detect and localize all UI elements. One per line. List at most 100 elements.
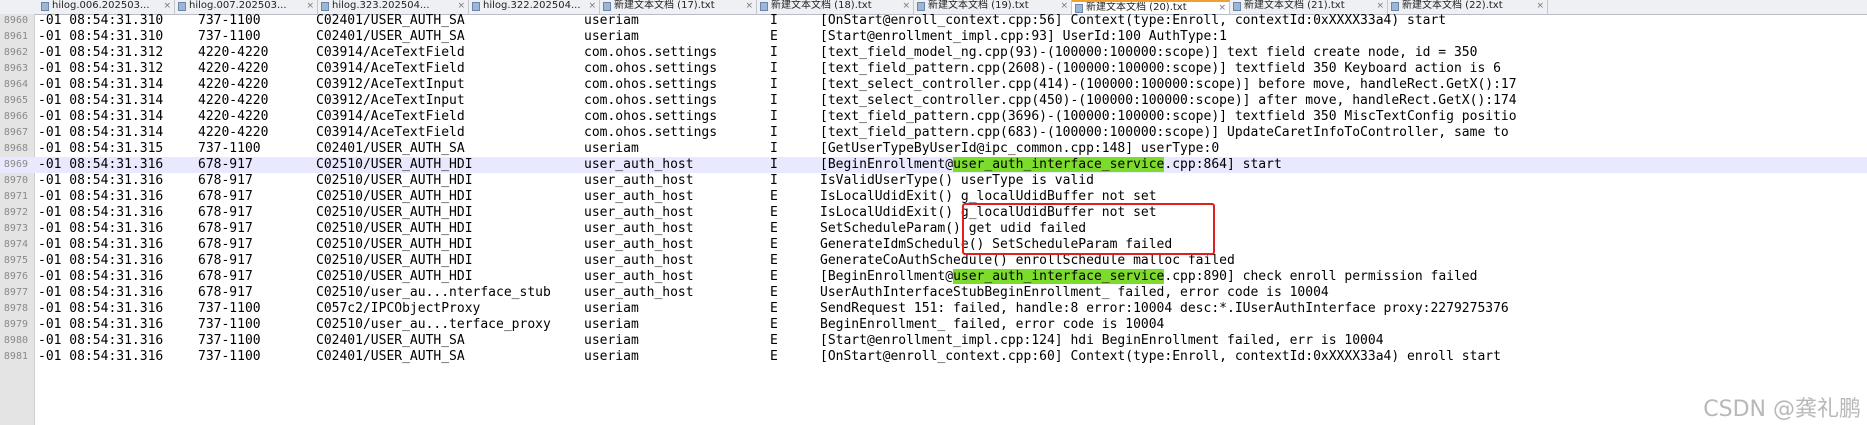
- log-level: E: [770, 237, 778, 252]
- close-icon[interactable]: ×: [902, 0, 910, 12]
- log-message: [Start@enrollment_impl.cpp:93] UserId:10…: [820, 29, 1227, 45]
- log-line[interactable]: 8963 -01 08:54:31.312 4220-4220 C03914/AceT…: [0, 61, 1867, 77]
- log-process: user_auth_host: [584, 157, 694, 172]
- log-line[interactable]: 8964 -01 08:54:31.314 4220-4220 C03912/AceT…: [0, 77, 1867, 93]
- close-icon[interactable]: ×: [163, 0, 171, 12]
- log-pid: 678-917: [198, 221, 253, 236]
- log-level: I: [770, 157, 778, 172]
- log-line[interactable]: 8965 -01 08:54:31.314 4220-4220 C03912/AceT…: [0, 93, 1867, 109]
- log-line[interactable]: 8971 -01 08:54:31.316 678-917 C02510/USER_A…: [0, 189, 1867, 205]
- tab-file-8[interactable]: 新建文本文档 (20).txt ×: [1072, 0, 1230, 14]
- line-number: 8961: [3, 31, 28, 42]
- tab-file-2[interactable]: hilog.007.202503... ×: [175, 0, 318, 14]
- close-icon[interactable]: ×: [1060, 0, 1068, 12]
- log-line[interactable]: 8966 -01 08:54:31.314 4220-4220 C03914/AceT…: [0, 109, 1867, 125]
- tab-file-1[interactable]: hilog.006.202503... ×: [38, 0, 175, 14]
- log-time: -01 08:54:31.316: [38, 221, 164, 236]
- log-tag: C02510/USER_AUTH_HDI: [316, 253, 473, 268]
- log-line[interactable]: 8974 -01 08:54:31.316 678-917 C02510/USER_A…: [0, 237, 1867, 253]
- log-line[interactable]: 8961 -01 08:54:31.310 737-1100 C02401/USER_…: [0, 29, 1867, 45]
- file-icon: [472, 2, 480, 11]
- line-number: 8968: [3, 143, 28, 154]
- log-message: SendRequest 151: failed, handle:8 error:…: [820, 301, 1509, 317]
- log-pid: 737-1100: [198, 14, 261, 28]
- log-line[interactable]: 8968 -01 08:54:31.315 737-1100 C02401/USER_…: [0, 141, 1867, 157]
- log-pid: 678-917: [198, 237, 253, 252]
- log-pid: 678-917: [198, 285, 253, 300]
- log-level: I: [770, 173, 778, 188]
- close-icon[interactable]: ×: [745, 0, 753, 12]
- log-message-text: [text_field_pattern.cpp(3696)-(100000:10…: [820, 109, 1517, 124]
- tab-file-10[interactable]: 新建文本文档 (22).txt ×: [1388, 0, 1548, 14]
- log-message: [text_field_model_ng.cpp(93)-(100000:100…: [820, 45, 1477, 61]
- log-level: E: [770, 349, 778, 364]
- log-tag: C02510/USER_AUTH_HDI: [316, 157, 473, 172]
- log-line[interactable]: 8977 -01 08:54:31.316 678-917 C02510/user_a…: [0, 285, 1867, 301]
- line-number: 8970: [3, 175, 28, 186]
- close-icon[interactable]: ×: [306, 0, 314, 12]
- log-process: useriam: [584, 14, 639, 28]
- line-number: 8969: [3, 159, 28, 170]
- log-line[interactable]: 8981 -01 08:54:31.316 737-1100 C02401/USER_…: [0, 349, 1867, 365]
- tab-file-7[interactable]: 新建文本文档 (19).txt ×: [914, 0, 1072, 14]
- line-number: 8972: [3, 207, 28, 218]
- log-message: [text_field_pattern.cpp(683)-(100000:100…: [820, 125, 1509, 141]
- log-level: I: [770, 141, 778, 156]
- log-line[interactable]: 8967 -01 08:54:31.314 4220-4220 C03914/AceT…: [0, 125, 1867, 141]
- log-editor[interactable]: 8960 -01 08:54:31.310 737-1100 C02401/USER_…: [0, 14, 1867, 425]
- log-level: E: [770, 285, 778, 300]
- log-time: -01 08:54:31.314: [38, 125, 164, 140]
- log-line[interactable]: 8979 -01 08:54:31.316 737-1100 C02510/user_…: [0, 317, 1867, 333]
- log-pid: 737-1100: [198, 301, 261, 316]
- log-process: user_auth_host: [584, 285, 694, 300]
- log-level: E: [770, 269, 778, 284]
- log-message-text: [text_select_controller.cpp(414)-(100000…: [820, 77, 1517, 92]
- log-time: -01 08:54:31.316: [38, 301, 164, 316]
- log-time: -01 08:54:31.314: [38, 77, 164, 92]
- log-line[interactable]: 8962 -01 08:54:31.312 4220-4220 C03914/AceT…: [0, 45, 1867, 61]
- tab-file-6[interactable]: 新建文本文档 (18).txt ×: [757, 0, 914, 14]
- line-number: 8975: [3, 255, 28, 266]
- file-icon: [1233, 2, 1241, 11]
- log-line[interactable]: 8980 -01 08:54:31.316 737-1100 C02401/USER_…: [0, 333, 1867, 349]
- log-message-text: .cpp:864] start: [1164, 157, 1282, 172]
- log-tag: C03914/AceTextField: [316, 61, 465, 76]
- log-pid: 4220-4220: [198, 125, 269, 140]
- log-tag: C02401/USER_AUTH_SA: [316, 333, 465, 348]
- line-number: 8974: [3, 239, 28, 250]
- log-time: -01 08:54:31.316: [38, 285, 164, 300]
- log-pid: 678-917: [198, 269, 253, 284]
- close-icon[interactable]: ×: [1536, 0, 1544, 12]
- log-process: useriam: [584, 349, 639, 364]
- log-tag: C02510/USER_AUTH_HDI: [316, 189, 473, 204]
- log-line[interactable]: 8972 -01 08:54:31.316 678-917 C02510/USER_A…: [0, 205, 1867, 221]
- log-process: com.ohos.settings: [584, 45, 718, 60]
- tab-file-4[interactable]: hilog.322.202504... ×: [469, 0, 600, 14]
- log-tag: C03914/AceTextField: [316, 45, 465, 60]
- log-line[interactable]: 8975 -01 08:54:31.316 678-917 C02510/USER_A…: [0, 253, 1867, 269]
- close-icon[interactable]: ×: [1376, 0, 1384, 12]
- tab-bar: hilog.006.202503... × hilog.007.202503... ×…: [0, 0, 1867, 15]
- tab-file-5[interactable]: 新建文本文档 (17).txt ×: [600, 0, 757, 14]
- log-line[interactable]: 8970 -01 08:54:31.316 678-917 C02510/USER_A…: [0, 173, 1867, 189]
- log-tag: C02510/user_au...terface_proxy: [316, 317, 551, 332]
- log-message-text: .cpp:890] check enroll permission failed: [1164, 269, 1478, 284]
- tab-label: 新建文本文档 (22).txt: [1402, 0, 1503, 11]
- close-icon[interactable]: ×: [1218, 2, 1226, 14]
- log-line[interactable]: 8973 -01 08:54:31.316 678-917 C02510/USER_A…: [0, 221, 1867, 237]
- line-number: 8978: [3, 303, 28, 314]
- log-line[interactable]: 8976 -01 08:54:31.316 678-917 C02510/USER_A…: [0, 269, 1867, 285]
- log-process: com.ohos.settings: [584, 77, 718, 92]
- log-level: I: [770, 45, 778, 60]
- tab-file-9[interactable]: 新建文本文档 (21).txt ×: [1230, 0, 1388, 14]
- log-line[interactable]: 8960 -01 08:54:31.310 737-1100 C02401/USER_…: [0, 14, 1867, 29]
- close-icon[interactable]: ×: [588, 0, 596, 12]
- tab-file-3[interactable]: hilog.323.202504... ×: [318, 0, 469, 14]
- line-number: 8979: [3, 319, 28, 330]
- close-icon[interactable]: ×: [457, 0, 465, 12]
- log-line[interactable]: 8978 -01 08:54:31.316 737-1100 C057c2/IPCOb…: [0, 301, 1867, 317]
- tab-label: 新建文本文档 (17).txt: [614, 0, 715, 11]
- log-line[interactable]: 8969 -01 08:54:31.316 678-917 C02510/USER_A…: [0, 157, 1867, 173]
- file-icon: [41, 2, 49, 11]
- log-tag: C057c2/IPCObjectProxy: [316, 301, 481, 316]
